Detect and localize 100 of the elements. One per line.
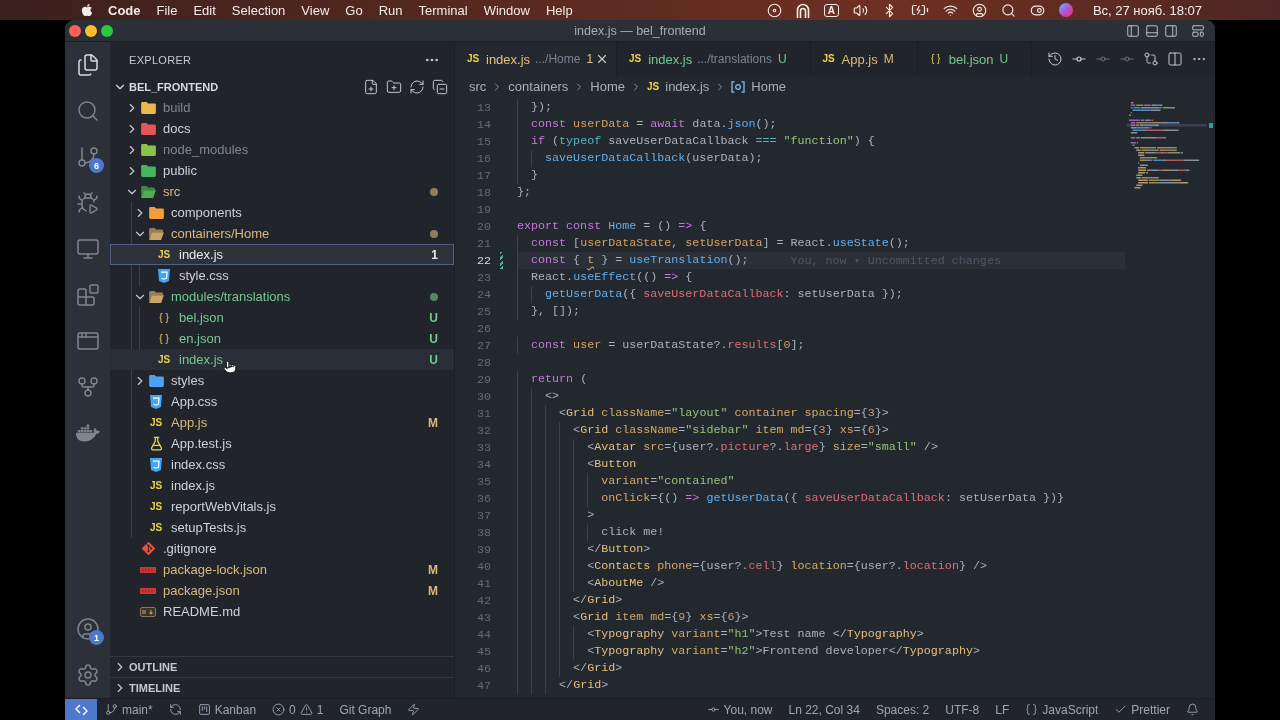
line-number: 33: [475, 440, 491, 455]
layout-icon[interactable]: [1191, 23, 1205, 38]
window-icon[interactable]: [75, 329, 100, 353]
minimize-window-button[interactable]: [85, 24, 97, 37]
tree-item[interactable]: JS reportWebVitals.js: [110, 496, 454, 517]
pane-title: EXPLORER: [129, 53, 192, 66]
error-icon: [272, 703, 286, 716]
bug-play-icon[interactable]: [75, 191, 100, 215]
line-number: 16: [475, 151, 491, 166]
tree-item[interactable]: README.md: [110, 601, 454, 622]
menu-item[interactable]: Terminal: [410, 0, 476, 20]
user-icon[interactable]: [971, 2, 987, 18]
menu-item[interactable]: Run: [370, 0, 411, 20]
disc-icon[interactable]: [766, 2, 782, 18]
tree-item[interactable]: index.css: [110, 454, 454, 475]
status-item[interactable]: Ln 22, Col 34: [780, 699, 868, 720]
panel-right-icon[interactable]: [1164, 23, 1178, 38]
branch-icon[interactable]: [75, 145, 100, 169]
folder-item[interactable]: node_modules: [110, 139, 454, 160]
tree-item[interactable]: App.test.js: [110, 433, 454, 454]
gradient-orb-icon[interactable]: [1058, 3, 1073, 17]
folder-item[interactable]: docs: [110, 118, 454, 139]
bolt-icon[interactable]: [407, 703, 421, 716]
blame-status[interactable]: You, now: [698, 699, 781, 720]
branch-status[interactable]: main*: [97, 699, 161, 720]
files-icon[interactable]: [75, 53, 100, 77]
braces-icon: { }: [159, 332, 169, 345]
app-menu[interactable]: Code: [100, 0, 149, 20]
tree-item[interactable]: package-lock.json M: [110, 559, 454, 580]
menu-item[interactable]: Help: [537, 0, 581, 20]
tree-item[interactable]: package.json M: [110, 580, 454, 601]
menu-item[interactable]: Selection: [223, 0, 294, 20]
whale-icon[interactable]: [75, 421, 100, 445]
tree-item[interactable]: style.css: [110, 265, 454, 286]
diamond-branch-icon: [140, 541, 156, 556]
breadcrumb-item[interactable]: src: [469, 79, 487, 94]
folder-item[interactable]: containers/Home: [110, 223, 454, 244]
bell-icon[interactable]: [1186, 703, 1199, 716]
toggle-icon[interactable]: [1029, 2, 1045, 18]
settings-icon[interactable]: [75, 663, 100, 687]
sync-icon[interactable]: [168, 703, 182, 716]
folder-item[interactable]: src: [110, 181, 454, 202]
status-item[interactable]: Spaces: 2: [867, 699, 938, 720]
search-icon[interactable]: [75, 99, 100, 123]
formatter-status[interactable]: Prettier: [1106, 699, 1178, 720]
blocks-icon[interactable]: [75, 283, 100, 307]
status-item[interactable]: LF: [987, 699, 1018, 720]
code-line: getUserData({ saveUserDataCallback: setUserData });: [517, 286, 903, 303]
input-source-indicator[interactable]: A: [823, 3, 839, 17]
account-icon[interactable]: [75, 617, 100, 641]
tree-item[interactable]: JS index.js: [110, 475, 454, 496]
menu-item[interactable]: View: [293, 0, 338, 20]
tree-item[interactable]: JS App.js M: [110, 412, 454, 433]
monitor-icon[interactable]: [75, 237, 100, 261]
code-line: </Grid>: [517, 592, 623, 609]
section-header[interactable]: OUTLINE: [110, 656, 454, 677]
breadcrumb-item[interactable]: JS index.js: [647, 79, 710, 94]
fork-icon[interactable]: [75, 375, 100, 399]
folder-item[interactable]: public: [110, 160, 454, 181]
remote-button[interactable]: [65, 699, 97, 720]
compare-icon[interactable]: [1143, 51, 1159, 67]
status-item[interactable]: UTF-8: [937, 699, 988, 720]
folder-item[interactable]: modules/translations: [110, 286, 454, 307]
tree-item[interactable]: JS index.js 1: [110, 244, 454, 265]
menu-item[interactable]: Window: [475, 0, 538, 20]
language-mode[interactable]: JavaScript: [1017, 699, 1107, 720]
kanban-status[interactable]: Kanban: [189, 699, 265, 720]
breadcrumb-item[interactable]: containers: [508, 79, 569, 94]
history-icon[interactable]: [1047, 51, 1063, 67]
panel-bottom-icon[interactable]: [1145, 23, 1159, 38]
menu-item[interactable]: Go: [337, 0, 371, 20]
breadcrumb-item[interactable]: Home: [731, 79, 786, 94]
line-number: 17: [475, 168, 491, 183]
tree-item[interactable]: { } bel.json U: [110, 307, 454, 328]
folder-item[interactable]: styles: [110, 370, 454, 391]
problems-status[interactable]: 0 1: [264, 699, 332, 720]
tree-item[interactable]: { } en.json U: [110, 328, 454, 349]
volume-icon[interactable]: [852, 2, 868, 18]
menu-item[interactable]: File: [148, 0, 186, 20]
apple-icon[interactable]: [80, 3, 94, 17]
breadcrumb-item[interactable]: Home: [590, 79, 625, 94]
status-item[interactable]: Git Graph: [331, 699, 400, 720]
tree-item[interactable]: App.css: [110, 391, 454, 412]
menu-item[interactable]: Edit: [185, 0, 224, 20]
folder-item[interactable]: build: [110, 97, 454, 118]
folder-plus-icon[interactable]: [386, 79, 402, 95]
search-icon[interactable]: [1000, 2, 1016, 18]
close-window-button[interactable]: [69, 24, 81, 37]
tree-item[interactable]: .gitignore: [110, 538, 454, 559]
tree-item[interactable]: JS setupTests.js: [110, 517, 454, 538]
split-editor-icon[interactable]: [1167, 51, 1183, 67]
arch-icon[interactable]: [795, 2, 810, 18]
refresh-icon[interactable]: [409, 79, 425, 95]
file-plus-icon[interactable]: [363, 79, 379, 95]
collapse-icon[interactable]: [432, 79, 448, 95]
folder-item[interactable]: components: [110, 202, 454, 223]
menu-bar-clock[interactable]: Вс, 27 нояб. 18:07: [1092, 2, 1202, 18]
panel-left-icon[interactable]: [1126, 23, 1140, 38]
zoom-window-button[interactable]: [101, 24, 113, 37]
project-header[interactable]: BEL_FRONTEND: [113, 80, 219, 94]
